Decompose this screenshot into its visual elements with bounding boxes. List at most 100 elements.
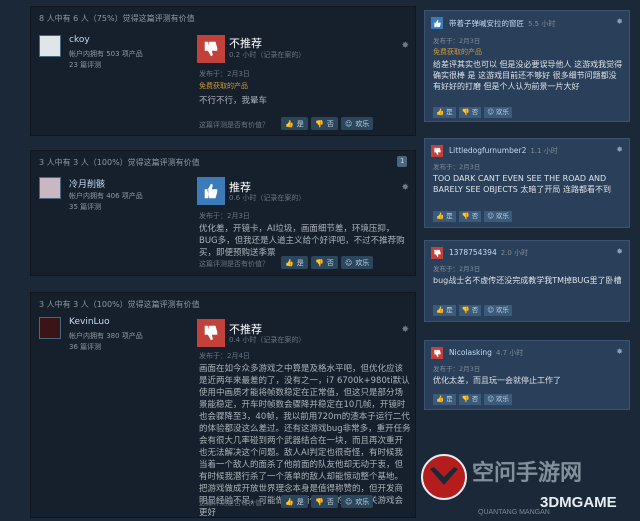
recent-username[interactable]: Nicolasking 4.7 小时 <box>449 348 523 358</box>
thumbs-down-icon <box>431 145 443 157</box>
recent-review-text: TOO DARK CANT EVEN SEE THE ROAD AND BARE… <box>433 174 611 194</box>
username[interactable]: KevinLuo <box>69 317 110 327</box>
hours-on-record: 0.2 小时（记录在案的） <box>229 51 306 59</box>
recent-date: 发布于：2月3日 <box>433 37 481 45</box>
post-date: 发布于：2月4日 <box>199 352 250 360</box>
avatar[interactable] <box>39 177 61 199</box>
recent-hours: 5.5 小时 <box>528 20 556 28</box>
thumbs-down-icon <box>197 35 225 63</box>
recent-hours: 4.7 小时 <box>495 349 524 357</box>
vote-yes-button[interactable]: 👍 是 <box>281 117 308 130</box>
review-count[interactable]: 36 篇评测 <box>69 342 101 353</box>
helpful-summary: 8 人中有 6 人（75%）觉得这篇评测有价值 <box>39 14 195 23</box>
post-date: 发布于：2月3日 <box>199 212 250 220</box>
thumbs-down-small-icon: 👎 <box>315 497 324 506</box>
vote-funny-button[interactable]: ☺ 欢乐 <box>484 305 512 316</box>
recent-vote-group: 👍 是 👎 否 ☺ 欢乐 <box>433 305 512 316</box>
helpful-question: 这篇评测是否有价值？ <box>199 499 269 507</box>
owned-products[interactable]: 帐户内拥有 380 项产品 <box>69 331 143 342</box>
watermark-brand: 3DMGAME <box>540 494 617 511</box>
recent-username[interactable]: 1378754394 2.0 小时 <box>449 248 528 258</box>
thumbs-up-icon: 👍 <box>285 497 294 506</box>
gear-icon[interactable]: ✸ <box>616 145 623 154</box>
vote-yes-button[interactable]: 👍 是 <box>281 256 308 269</box>
vote-funny-button[interactable]: ☺ 欢乐 <box>484 107 512 118</box>
vote-no-button[interactable]: 👎 否 <box>458 107 482 118</box>
recent-review-card: Nicolasking 4.7 小时 ✸ 发布于：2月3日 优化太差，而且玩一会就… <box>424 340 630 410</box>
thumbs-down-small-icon: 👎 <box>315 119 324 128</box>
avatar[interactable] <box>39 317 61 339</box>
gear-icon[interactable]: ✸ <box>401 41 409 51</box>
watermark-subtitle: QUANTANG MANGAN <box>478 509 550 516</box>
owned-products[interactable]: 帐户内拥有 406 项产品 <box>69 191 143 202</box>
recent-review-text: 给差评其实也可以 但是没必要误导他人 这游戏我觉得确实很棒 是 这游戏目前还不够… <box>433 60 623 91</box>
vote-yes-button[interactable]: 👍 是 <box>433 305 456 316</box>
recent-review-card: Littledogfurnumber2 1.1 小时 ✸ 发布于：2月3日 TOO… <box>424 138 630 228</box>
smile-icon: ☺ <box>345 119 353 128</box>
thumbs-down-icon <box>431 247 443 259</box>
recent-vote-group: 👍 是 👎 否 ☺ 欢乐 <box>433 107 512 118</box>
thumbs-up-icon: 👍 <box>285 258 294 267</box>
vote-funny-button[interactable]: ☺ 欢乐 <box>484 394 512 405</box>
verdict-label[interactable]: 不推荐 <box>229 35 262 51</box>
smile-icon: ☺ <box>345 497 353 506</box>
username[interactable]: 冷月削骸 <box>69 177 105 190</box>
recent-username[interactable]: Littledogfurnumber2 1.1 小时 <box>449 146 558 156</box>
vote-no-button[interactable]: 👎 否 <box>311 256 338 269</box>
recent-review-card: 1378754394 2.0 小时 ✸ 发布于：2月3日 bug战士名不虚传还没完… <box>424 240 630 322</box>
thumbs-down-icon <box>431 347 443 359</box>
review-text: 不行不行，我晕车 <box>199 96 268 106</box>
review-count[interactable]: 23 篇评测 <box>69 60 101 71</box>
free-product-label: 免费获取的产品 <box>433 48 482 56</box>
vote-no-button[interactable]: 👎 否 <box>311 495 338 508</box>
recent-review-text: bug战士名不虚传还没完成教学我TM掉BUG里了卧槽 <box>433 276 622 285</box>
vote-funny-button[interactable]: ☺ 欢乐 <box>341 495 374 508</box>
vote-funny-button[interactable]: ☺ 欢乐 <box>484 211 512 222</box>
comment-count-badge[interactable]: 1 <box>397 156 408 167</box>
vote-yes-button[interactable]: 👍 是 <box>433 211 456 222</box>
vote-yes-button[interactable]: 👍 是 <box>433 107 456 118</box>
review-count[interactable]: 35 篇评测 <box>69 202 101 213</box>
vote-no-button[interactable]: 👎 否 <box>458 211 482 222</box>
review-card: 3 人中有 3 人（100%）觉得这篇评测有价值 1 冷月削骸 帐户内拥有 40… <box>30 150 416 276</box>
recent-username[interactable]: 带着子弹喊安拉的窗匠 5.5 小时 <box>449 18 555 29</box>
hours-on-record: 0.6 小时（记录在案的） <box>229 194 306 202</box>
review-text: 优化差，开镜卡，AI垃圾，画面细节差，环境压抑，BUG多，但我还是人道主义给个好… <box>199 224 405 258</box>
post-date: 发布于：2月3日 <box>199 70 250 78</box>
helpful-question: 这篇评测是否有价值？ <box>199 260 269 268</box>
vote-yes-button[interactable]: 👍 是 <box>281 495 308 508</box>
watermark-site-name: 空问手游网 <box>472 460 583 486</box>
gear-icon[interactable]: ✸ <box>401 325 409 335</box>
vote-no-button[interactable]: 👎 否 <box>458 394 482 405</box>
vote-no-button[interactable]: 👎 否 <box>458 305 482 316</box>
vote-funny-button[interactable]: ☺ 欢乐 <box>341 117 374 130</box>
thumbs-down-icon <box>197 319 225 347</box>
vote-yes-button[interactable]: 👍 是 <box>433 394 456 405</box>
vote-funny-button[interactable]: ☺ 欢乐 <box>341 256 374 269</box>
hours-on-record: 0.4 小时（记录在案的） <box>229 336 306 344</box>
gear-icon[interactable]: ✸ <box>616 347 623 356</box>
recent-hours: 2.0 小时 <box>500 249 529 257</box>
avatar[interactable] <box>39 35 61 57</box>
recent-review-card: 带着子弹喊安拉的窗匠 5.5 小时 ✸ 发布于：2月3日 免费获取的产品 给差评其… <box>424 10 630 122</box>
thumbs-up-icon <box>431 17 443 29</box>
gear-icon[interactable]: ✸ <box>616 17 623 26</box>
recent-hours: 1.1 小时 <box>530 147 558 155</box>
recent-date: 发布于：2月3日 <box>433 265 481 273</box>
helpful-summary: 3 人中有 3 人（100%）觉得这篇评测有价值 <box>39 158 200 167</box>
watermark-logo-icon <box>421 454 467 500</box>
gear-icon[interactable]: ✸ <box>401 183 409 193</box>
helpful-summary: 3 人中有 3 人（100%）觉得这篇评测有价值 <box>39 300 200 309</box>
review-card: 3 人中有 3 人（100%）觉得这篇评测有价值 KevinLuo 帐户内拥有 … <box>30 292 416 518</box>
username[interactable]: ckoy <box>69 35 90 45</box>
recent-date: 发布于：2月3日 <box>433 365 481 373</box>
gear-icon[interactable]: ✸ <box>616 247 623 256</box>
recent-date: 发布于：2月3日 <box>433 163 481 171</box>
owned-products[interactable]: 帐户内拥有 503 项产品 <box>69 49 143 60</box>
recent-review-text: 优化太差，而且玩一会就停止工作了 <box>433 376 561 385</box>
helpful-question: 这篇评测是否有价值？ <box>199 121 269 129</box>
free-product-label: 免费获取的产品 <box>199 82 248 90</box>
vote-no-button[interactable]: 👎 否 <box>311 117 338 130</box>
thumbs-up-icon: 👍 <box>285 119 294 128</box>
thumbs-up-icon <box>197 177 225 205</box>
